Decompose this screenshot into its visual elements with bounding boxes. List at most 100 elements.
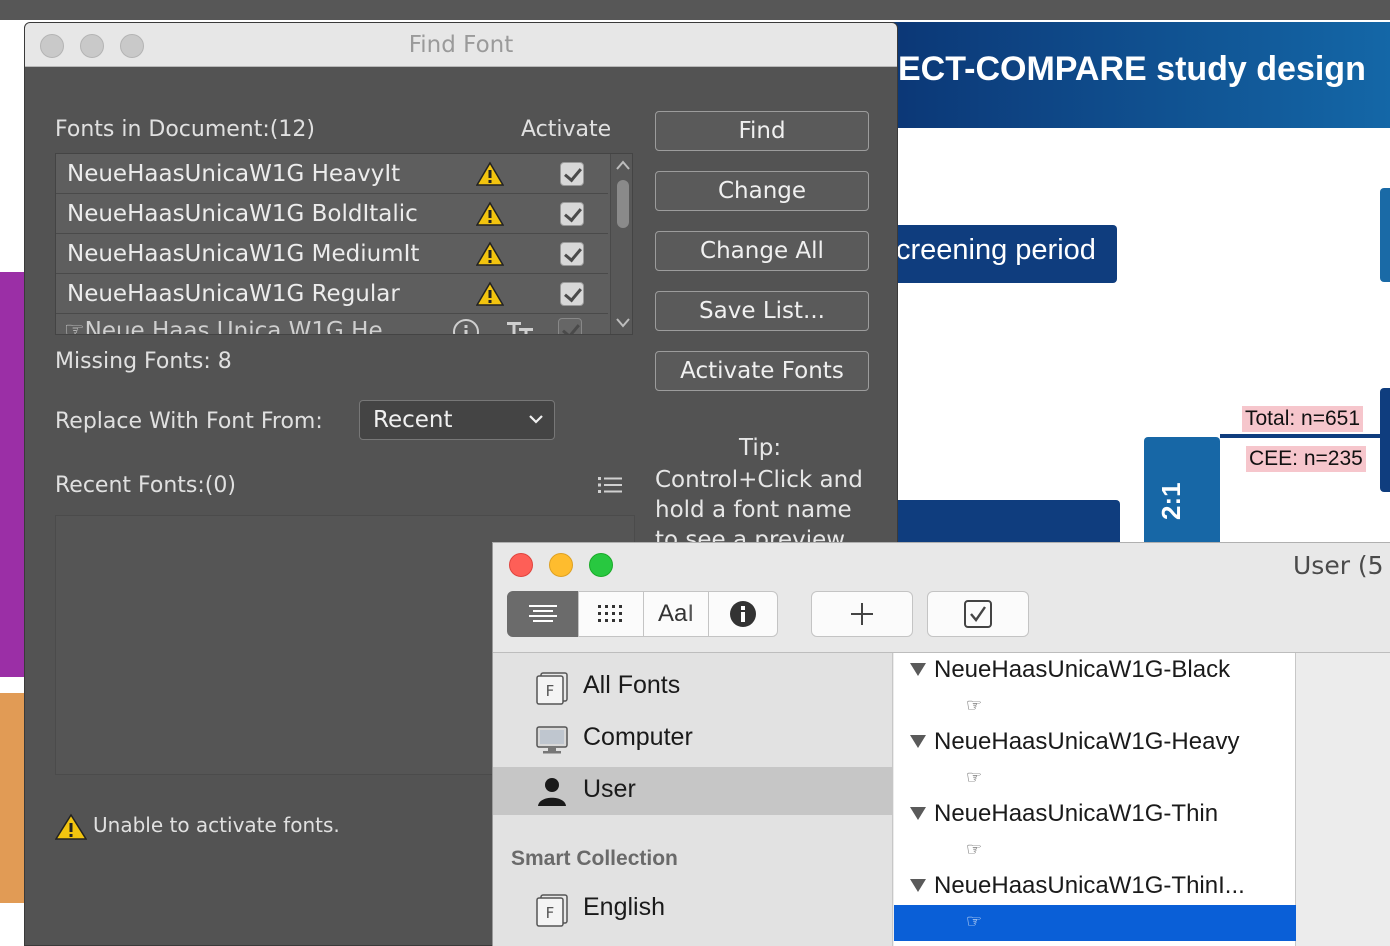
font-family-name: NeueHaasUnicaW1G-Black	[934, 656, 1231, 683]
font-face-row-selected[interactable]: ☞	[894, 905, 1296, 941]
sidebar-item-english[interactable]: F English	[493, 885, 893, 933]
activate-checkbox[interactable]	[560, 282, 584, 306]
sidebar-item-label: English	[583, 893, 665, 921]
warning-icon	[55, 813, 87, 840]
font-book-sidebar: F All Fonts Computer User Smart Collecti…	[493, 653, 893, 946]
info-and-font-icons	[452, 318, 582, 334]
sidebar-item-all-fonts[interactable]: F All Fonts	[493, 663, 893, 711]
find-button[interactable]: Find	[655, 111, 869, 151]
activate-checkbox[interactable]	[560, 162, 584, 186]
top-strip	[0, 0, 1390, 20]
minimize-window-button[interactable]	[549, 553, 573, 577]
total-label: Total: n=651	[1242, 406, 1364, 432]
font-book-window: User (5 Aa I F All Fonts Computer User S…	[492, 542, 1390, 946]
sidebar-item-label: User	[583, 775, 636, 803]
tip-line: hold a font name	[655, 497, 852, 523]
sidebar-item-user[interactable]: User	[493, 767, 893, 815]
list-options-icon[interactable]	[597, 475, 623, 495]
change-all-button[interactable]: Change All	[655, 231, 869, 271]
scroll-down-icon[interactable]	[615, 316, 631, 330]
list-view-button[interactable]	[507, 591, 579, 637]
pointing-hand-icon: ☞	[966, 911, 983, 932]
chevron-down-icon	[529, 415, 543, 424]
activate-checkbox[interactable]	[558, 318, 582, 334]
font-row-partial[interactable]: ☞Neue Haas Unica W1G He...	[64, 318, 405, 334]
purple-bar	[0, 272, 26, 677]
font-name: NeueHaasUnicaW1G HeavyIt	[67, 161, 401, 187]
find-font-titlebar: Find Font	[25, 23, 897, 67]
screening-label: creening period	[896, 234, 1096, 266]
slide-title: ECT-COMPARE study design	[898, 50, 1366, 88]
close-window-button[interactable]	[509, 553, 533, 577]
font-row[interactable]: NeueHaasUnicaW1G HeavyIt	[56, 154, 608, 194]
sidebar-item-computer[interactable]: Computer	[493, 715, 893, 763]
connector-line	[1220, 434, 1382, 438]
orange-bar	[0, 693, 26, 903]
list-view-icon	[529, 605, 557, 622]
font-collection-icon: F	[536, 672, 568, 705]
disclosure-triangle-icon[interactable]	[910, 807, 926, 820]
ratio-label: 2:1	[1156, 482, 1186, 520]
sidebar-item-label: Computer	[583, 723, 693, 751]
font-list[interactable]: NeueHaasUnicaW1G HeavyIt NeueHaasUnicaW1…	[55, 153, 633, 335]
font-family-list[interactable]: NeueHaasUnicaW1G-Black ☞ NeueHaasUnicaW1…	[894, 653, 1296, 946]
window-title: User (5	[1293, 551, 1384, 580]
pointing-hand-icon: ☞	[966, 839, 983, 860]
plus-icon	[851, 603, 873, 625]
sidebar-item-label: All Fonts	[583, 671, 681, 699]
warning-icon	[476, 281, 504, 306]
font-family-row[interactable]: NeueHaasUnicaW1G-ThinI...	[894, 869, 1296, 905]
disclosure-triangle-icon[interactable]	[910, 663, 926, 676]
warning-icon	[476, 241, 504, 266]
status-message: Unable to activate fonts.	[93, 813, 340, 837]
font-family-row[interactable]: NeueHaasUnicaW1G-Heavy	[894, 725, 1296, 761]
replace-source-value: Recent	[373, 407, 453, 433]
font-list-scrollbar[interactable]	[610, 154, 632, 334]
truetype-icon	[507, 322, 533, 334]
font-row[interactable]: NeueHaasUnicaW1G BoldItalic	[56, 194, 608, 234]
activate-fonts-button[interactable]: Activate Fonts	[655, 351, 869, 391]
activate-checkbox[interactable]	[560, 202, 584, 226]
tip-heading: Tip:	[739, 435, 782, 461]
disclosure-triangle-icon[interactable]	[910, 735, 926, 748]
font-name: NeueHaasUnicaW1G Regular	[67, 281, 400, 307]
font-name: NeueHaasUnicaW1G BoldItalic	[67, 201, 418, 227]
font-face-row[interactable]: ☞	[894, 689, 1296, 725]
sample-view-button[interactable]: Aa I	[643, 591, 709, 637]
info-icon	[453, 319, 479, 334]
font-family-row[interactable]: NeueHaasUnicaW1G-Thin	[894, 797, 1296, 833]
font-info-button[interactable]	[708, 591, 778, 637]
warning-icon	[476, 201, 504, 226]
grid-view-button[interactable]	[578, 591, 644, 637]
save-list-button[interactable]: Save List...	[655, 291, 869, 331]
window-title: Find Font	[408, 32, 514, 58]
font-family-name: NeueHaasUnicaW1G-ThinI...	[934, 872, 1245, 899]
scroll-up-icon[interactable]	[615, 158, 631, 172]
pointing-hand-icon: ☞	[966, 767, 983, 788]
disclosure-triangle-icon[interactable]	[910, 879, 926, 892]
add-font-button[interactable]	[811, 591, 913, 637]
sample-label: Aa	[657, 600, 688, 627]
font-row[interactable]: NeueHaasUnicaW1G MediumIt	[56, 234, 608, 274]
font-face-row[interactable]: ☞	[894, 761, 1296, 797]
computer-icon	[536, 726, 568, 754]
cee-label: CEE: n=235	[1246, 446, 1366, 472]
font-family-row[interactable]: NeueHaasUnicaW1G-Black	[894, 653, 1296, 689]
warning-icon	[476, 161, 504, 186]
validate-font-button[interactable]	[927, 591, 1029, 637]
missing-fonts-label: Missing Fonts: 8	[55, 349, 232, 374]
zoom-window-button[interactable]	[589, 553, 613, 577]
activate-checkbox[interactable]	[560, 242, 584, 266]
text-cursor-icon: I	[687, 600, 695, 627]
replace-source-select[interactable]: Recent	[359, 400, 555, 440]
font-row[interactable]: NeueHaasUnicaW1G Regular	[56, 274, 608, 314]
info-icon	[730, 601, 756, 627]
activate-column-label: Activate	[521, 117, 612, 142]
svg-text:F: F	[546, 682, 555, 700]
font-face-row[interactable]: ☞	[894, 833, 1296, 869]
font-collection-icon: F	[536, 894, 568, 927]
change-button[interactable]: Change	[655, 171, 869, 211]
fonts-in-document-label: Fonts in Document:(12)	[55, 117, 315, 142]
font-family-name: NeueHaasUnicaW1G-Heavy	[934, 728, 1240, 755]
scroll-thumb[interactable]	[617, 180, 629, 228]
